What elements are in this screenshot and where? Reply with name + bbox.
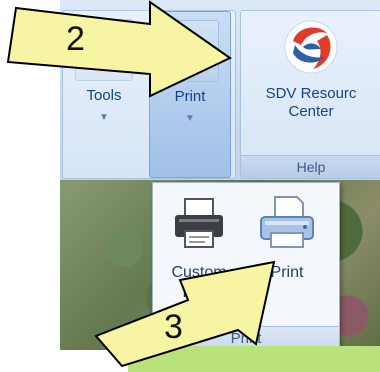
ribbon-group-help: SDV Resourc Center Help (240, 10, 380, 179)
chevron-down-icon: ▼ (99, 112, 109, 123)
annotation-step-3: 3 (164, 308, 183, 346)
annotation-step-2: 2 (66, 20, 85, 58)
printer-icon (175, 198, 223, 248)
chevron-down-icon: ▼ (185, 113, 195, 124)
help-group-label: Help (241, 155, 380, 178)
sdv-resource-center-button[interactable]: SDV Resourc Center (241, 19, 380, 139)
sdv-logo-icon (284, 20, 338, 74)
annotation-arrow-3 (94, 260, 276, 368)
resource-center-label-line1: SDV Resourc (265, 85, 357, 102)
printer-icon (260, 196, 314, 248)
resource-center-label-line2: Center (288, 103, 334, 120)
annotation-arrow-2 (6, 0, 232, 98)
